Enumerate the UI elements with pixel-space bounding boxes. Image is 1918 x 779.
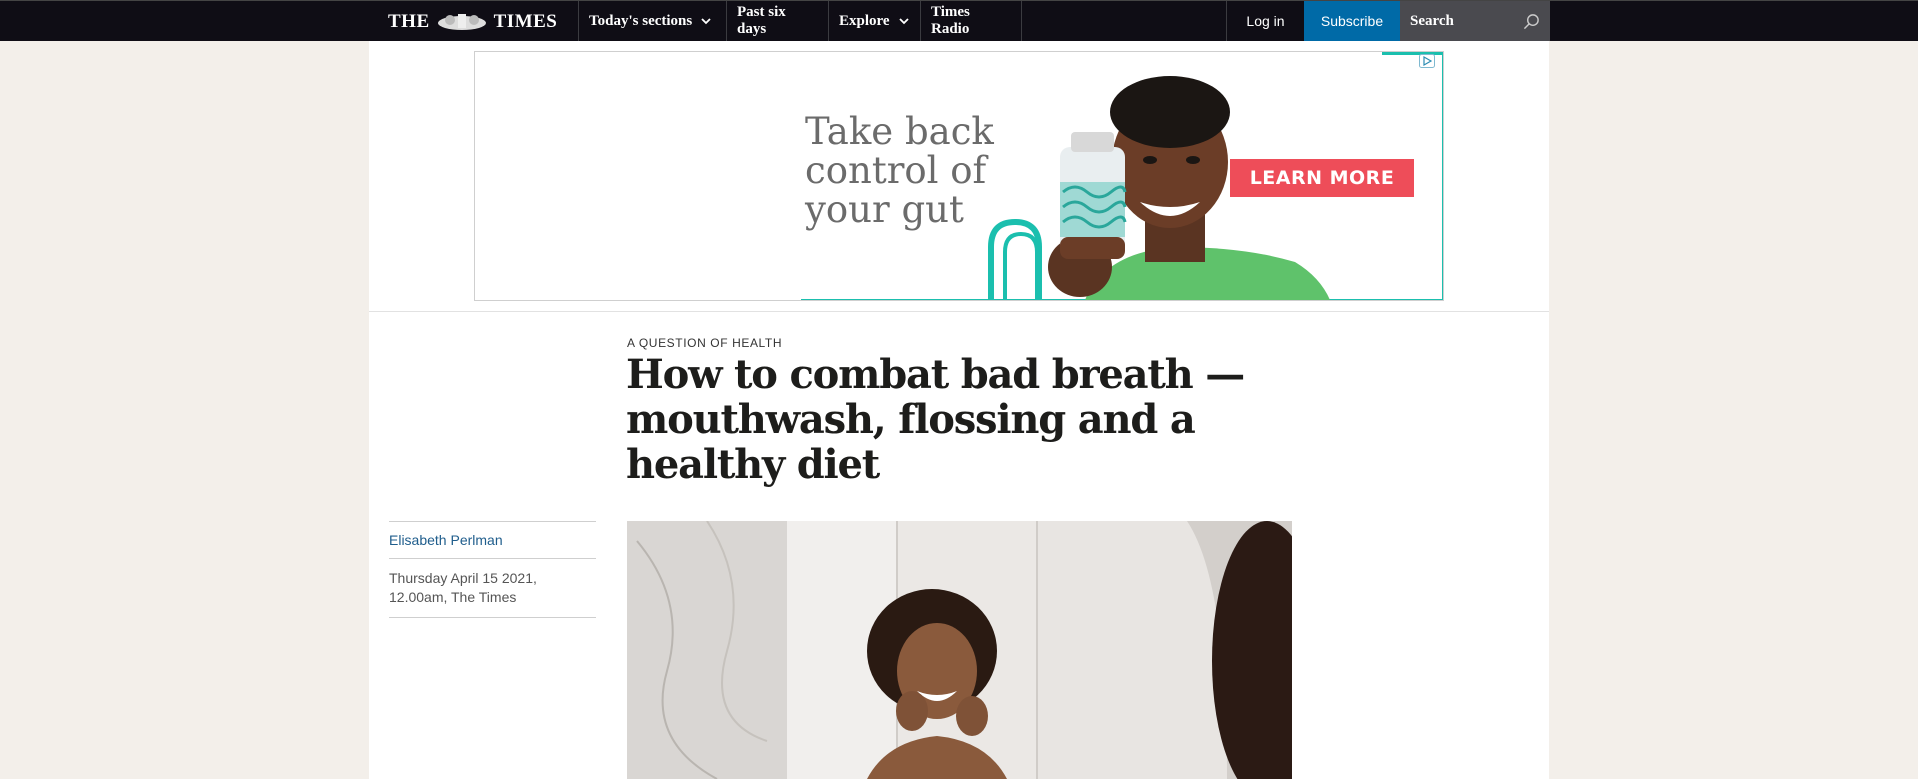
article-hero-image xyxy=(627,521,1292,779)
nav-todays-sections[interactable]: Today's sections xyxy=(578,1,726,41)
ad-learn-more-button[interactable]: LEARN MORE xyxy=(1230,159,1414,197)
chevron-down-icon xyxy=(701,18,711,25)
page-content: Take back control of your gut LEARN MORE… xyxy=(369,41,1549,779)
article-headline: How to combat bad breath — mouthwash, fl… xyxy=(626,351,1245,488)
search-icon[interactable] xyxy=(1523,13,1540,30)
advertisement-banner[interactable]: Take back control of your gut LEARN MORE xyxy=(474,51,1444,301)
nav-label: Explore xyxy=(839,12,890,29)
byline-rule xyxy=(389,617,596,618)
nav-label: Today's sections xyxy=(589,12,693,29)
section-divider xyxy=(369,311,1549,312)
nav-label: Times Radio xyxy=(931,4,970,37)
article-dateline: Thursday April 15 2021, 12.00am, The Tim… xyxy=(389,570,537,605)
royal-crest-icon xyxy=(437,14,486,30)
nav-label: Past six days xyxy=(737,4,786,37)
times-logo[interactable]: THE TIMES xyxy=(388,10,557,34)
chevron-down-icon xyxy=(898,18,909,25)
login-button[interactable]: Log in xyxy=(1226,1,1304,41)
search-input[interactable] xyxy=(1410,11,1520,31)
top-navigation-bar: THE TIMES Today's sections Past six days… xyxy=(0,0,1918,41)
nav-explore[interactable]: Explore xyxy=(828,1,920,41)
subscribe-button[interactable]: Subscribe xyxy=(1304,1,1400,41)
byline: Elisabeth Perlman Thursday April 15 2021… xyxy=(389,521,596,618)
nav-times-radio[interactable]: Times Radio xyxy=(920,1,1022,41)
nav-past-six-days[interactable]: Past six days xyxy=(726,1,828,41)
logo-word-times: TIMES xyxy=(493,11,558,32)
author-link[interactable]: Elisabeth Perlman xyxy=(389,522,596,558)
logo-word-the: THE xyxy=(388,11,430,32)
article-kicker: A QUESTION OF HEALTH xyxy=(627,336,783,350)
adchoices-icon[interactable] xyxy=(1419,54,1435,68)
search-box xyxy=(1400,1,1550,41)
